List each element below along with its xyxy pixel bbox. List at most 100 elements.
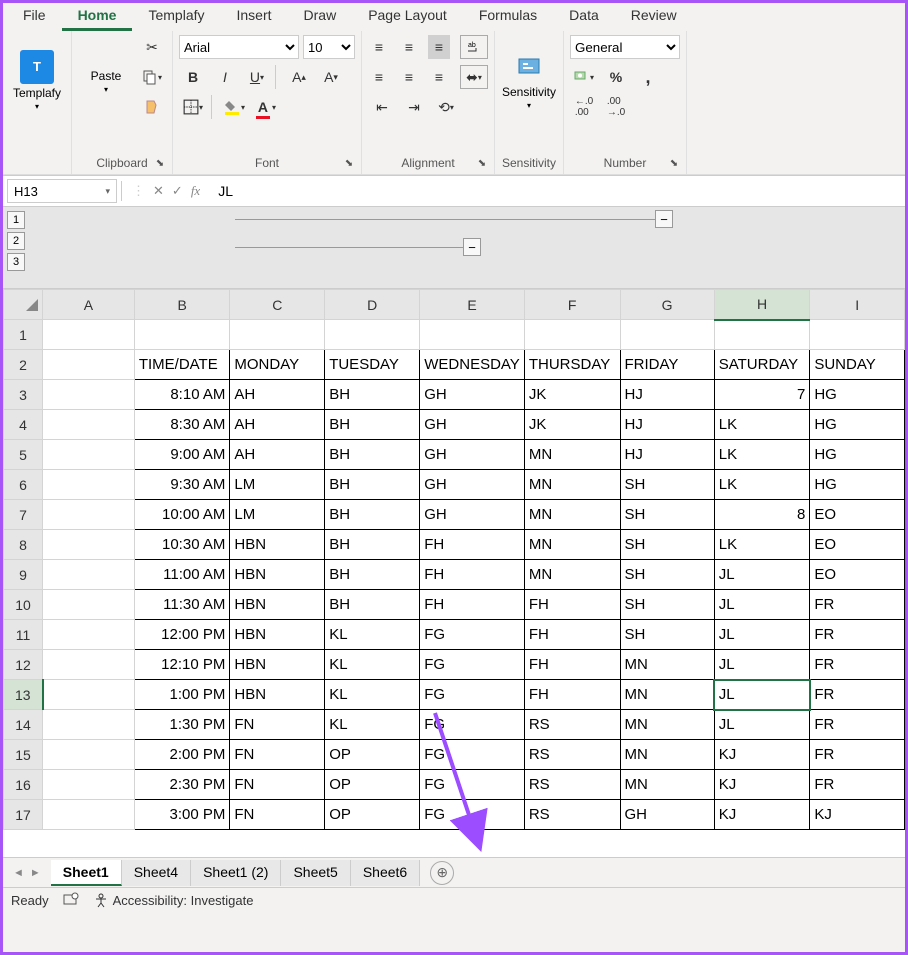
cell-F7[interactable]: MN	[524, 500, 620, 530]
cell-G2[interactable]: FRIDAY	[620, 350, 714, 380]
cell-C6[interactable]: LM	[230, 470, 325, 500]
dialog-launcher-icon[interactable]: ⬊	[476, 158, 488, 170]
decrease-decimal-button[interactable]: .00→.0	[602, 95, 630, 119]
cell-B6[interactable]: 9:30 AM	[134, 470, 230, 500]
cell-D15[interactable]: OP	[325, 740, 420, 770]
cell-B17[interactable]: 3:00 PM	[134, 800, 230, 830]
merge-button[interactable]: ⬌▾	[460, 65, 488, 89]
cell-I6[interactable]: HG	[810, 470, 905, 500]
col-header-E[interactable]: E	[420, 290, 525, 320]
cell-C14[interactable]: FN	[230, 710, 325, 740]
cell-H15[interactable]: KJ	[714, 740, 810, 770]
cell-D14[interactable]: KL	[325, 710, 420, 740]
cell-F12[interactable]: FH	[524, 650, 620, 680]
cell-F15[interactable]: RS	[524, 740, 620, 770]
cell-I4[interactable]: HG	[810, 410, 905, 440]
row-header-7[interactable]: 7	[4, 500, 43, 530]
cell-H14[interactable]: JL	[714, 710, 810, 740]
wrap-text-button[interactable]: ab	[460, 35, 488, 59]
paste-button[interactable]: Paste ▾	[78, 35, 134, 125]
underline-button[interactable]: U▾	[243, 65, 271, 89]
cell-H12[interactable]: JL	[714, 650, 810, 680]
row-header-8[interactable]: 8	[4, 530, 43, 560]
align-right-button[interactable]: ≡	[428, 65, 450, 89]
cell-E17[interactable]: FG	[420, 800, 525, 830]
cell-G16[interactable]: MN	[620, 770, 714, 800]
col-header-D[interactable]: D	[325, 290, 420, 320]
cell-H11[interactable]: JL	[714, 620, 810, 650]
collapse-group-button[interactable]: −	[655, 210, 673, 228]
cell-F8[interactable]: MN	[524, 530, 620, 560]
cell-H8[interactable]: LK	[714, 530, 810, 560]
cell-E11[interactable]: FG	[420, 620, 525, 650]
col-header-A[interactable]: A	[43, 290, 135, 320]
row-header-5[interactable]: 5	[4, 440, 43, 470]
cell-C17[interactable]: FN	[230, 800, 325, 830]
cell-I16[interactable]: FR	[810, 770, 905, 800]
cell-I15[interactable]: FR	[810, 740, 905, 770]
cell-B3[interactable]: 8:10 AM	[134, 380, 230, 410]
cell-G1[interactable]	[620, 320, 714, 350]
cell-E3[interactable]: GH	[420, 380, 525, 410]
cell-I12[interactable]: FR	[810, 650, 905, 680]
sheet-tab-sheet6[interactable]: Sheet6	[351, 860, 420, 886]
cell-F11[interactable]: FH	[524, 620, 620, 650]
cell-I2[interactable]: SUNDAY	[810, 350, 905, 380]
cut-button[interactable]: ✂	[138, 35, 166, 59]
cell-H17[interactable]: KJ	[714, 800, 810, 830]
sheet-tab-sheet1[interactable]: Sheet1	[51, 860, 122, 886]
align-left-button[interactable]: ≡	[368, 65, 390, 89]
cell-F5[interactable]: MN	[524, 440, 620, 470]
row-header-6[interactable]: 6	[4, 470, 43, 500]
cell-H1[interactable]	[714, 320, 810, 350]
cell-E4[interactable]: GH	[420, 410, 525, 440]
sheet-tab-sheet4[interactable]: Sheet4	[122, 860, 191, 886]
bold-button[interactable]: B	[179, 65, 207, 89]
cell-E5[interactable]: GH	[420, 440, 525, 470]
cell-E1[interactable]	[420, 320, 525, 350]
cell-G5[interactable]: HJ	[620, 440, 714, 470]
ribbon-tab-data[interactable]: Data	[553, 3, 615, 31]
orientation-button[interactable]: ⟲▾	[432, 95, 460, 119]
decrease-font-button[interactable]: A▾	[317, 65, 345, 89]
cell-B4[interactable]: 8:30 AM	[134, 410, 230, 440]
cell-D16[interactable]: OP	[325, 770, 420, 800]
cell-I9[interactable]: EO	[810, 560, 905, 590]
cell-D5[interactable]: BH	[325, 440, 420, 470]
cell-G10[interactable]: SH	[620, 590, 714, 620]
cell-F17[interactable]: RS	[524, 800, 620, 830]
cell-B8[interactable]: 10:30 AM	[134, 530, 230, 560]
cell-D13[interactable]: KL	[325, 680, 420, 710]
dialog-launcher-icon[interactable]: ⬊	[343, 158, 355, 170]
cell-H3[interactable]: 7	[714, 380, 810, 410]
select-all-corner[interactable]	[4, 290, 43, 320]
copy-button[interactable]: ▾	[138, 65, 166, 89]
percent-button[interactable]: %	[602, 65, 630, 89]
cell-D7[interactable]: BH	[325, 500, 420, 530]
cell-G4[interactable]: HJ	[620, 410, 714, 440]
cell-C11[interactable]: HBN	[230, 620, 325, 650]
accounting-format-button[interactable]: ▾	[570, 65, 598, 89]
cell-C4[interactable]: AH	[230, 410, 325, 440]
align-bottom-button[interactable]: ≡	[428, 35, 450, 59]
cell-I5[interactable]: HG	[810, 440, 905, 470]
col-header-G[interactable]: G	[620, 290, 714, 320]
row-header-4[interactable]: 4	[4, 410, 43, 440]
ribbon-tab-formulas[interactable]: Formulas	[463, 3, 553, 31]
cell-D9[interactable]: BH	[325, 560, 420, 590]
cell-B13[interactable]: 1:00 PM	[134, 680, 230, 710]
col-header-B[interactable]: B	[134, 290, 230, 320]
row-header-3[interactable]: 3	[4, 380, 43, 410]
cell-C7[interactable]: LM	[230, 500, 325, 530]
cell-F14[interactable]: RS	[524, 710, 620, 740]
cell-I13[interactable]: FR	[810, 680, 905, 710]
cell-B10[interactable]: 11:30 AM	[134, 590, 230, 620]
number-format-select[interactable]: General	[570, 35, 680, 59]
cell-F16[interactable]: RS	[524, 770, 620, 800]
macro-record-icon[interactable]	[63, 892, 79, 909]
cell-H7[interactable]: 8	[714, 500, 810, 530]
cell-A8[interactable]	[43, 530, 135, 560]
cell-E10[interactable]: FH	[420, 590, 525, 620]
fx-button[interactable]: fx	[191, 183, 200, 199]
cell-G15[interactable]: MN	[620, 740, 714, 770]
